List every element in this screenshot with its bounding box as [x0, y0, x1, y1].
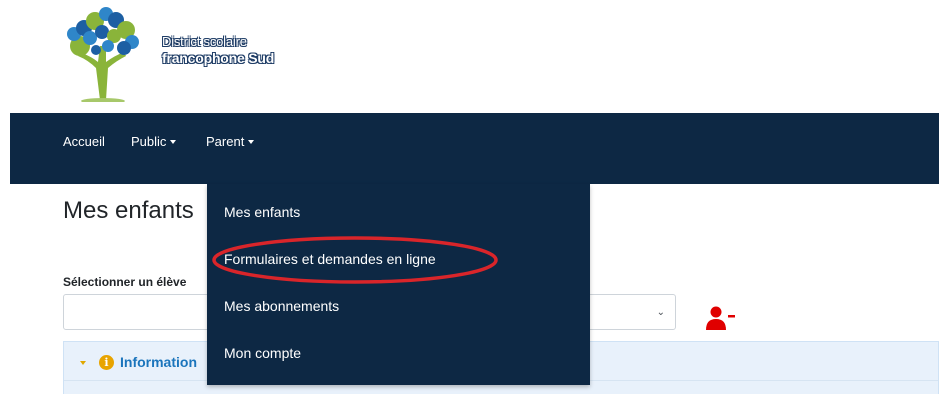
- user-minus-icon: [706, 306, 735, 330]
- main-navbar: Accueil Public Parent: [10, 113, 939, 184]
- caret-down-icon: [170, 140, 177, 144]
- caret-down-icon: [80, 361, 86, 365]
- menu-item-mon-compte[interactable]: Mon compte: [224, 345, 301, 361]
- brand-line-2: francophone Sud: [162, 50, 275, 66]
- district-name[interactable]: District scolaire francophone Sud: [162, 33, 274, 67]
- remove-student-button[interactable]: [706, 306, 736, 330]
- menu-item-formulaires[interactable]: Formulaires et demandes en ligne: [224, 251, 436, 267]
- chevron-down-icon: ⌄: [656, 307, 665, 318]
- caret-down-icon: [248, 140, 255, 144]
- nav-item-label: Public: [131, 134, 167, 149]
- district-logo[interactable]: [62, 6, 146, 104]
- nav-item-label: Parent: [206, 134, 245, 149]
- brand-line-1: District scolaire: [162, 34, 247, 49]
- page-title: Mes enfants: [63, 197, 194, 224]
- parent-dropdown-menu: Mes enfants Formulaires et demandes en l…: [207, 184, 590, 385]
- tree-logo-icon: [67, 7, 139, 104]
- nav-item-accueil[interactable]: Accueil: [63, 134, 105, 149]
- info-panel-title: Information: [120, 354, 197, 370]
- menu-item-mes-enfants[interactable]: Mes enfants: [224, 204, 300, 220]
- nav-item-public[interactable]: Public: [131, 134, 177, 149]
- nav-item-parent[interactable]: Parent: [206, 134, 255, 149]
- nav-item-label: Accueil: [63, 134, 105, 149]
- menu-item-mes-abonnements[interactable]: Mes abonnements: [224, 298, 339, 314]
- student-select-label: Sélectionner un élève: [63, 275, 187, 289]
- info-circle-icon: i: [99, 355, 114, 370]
